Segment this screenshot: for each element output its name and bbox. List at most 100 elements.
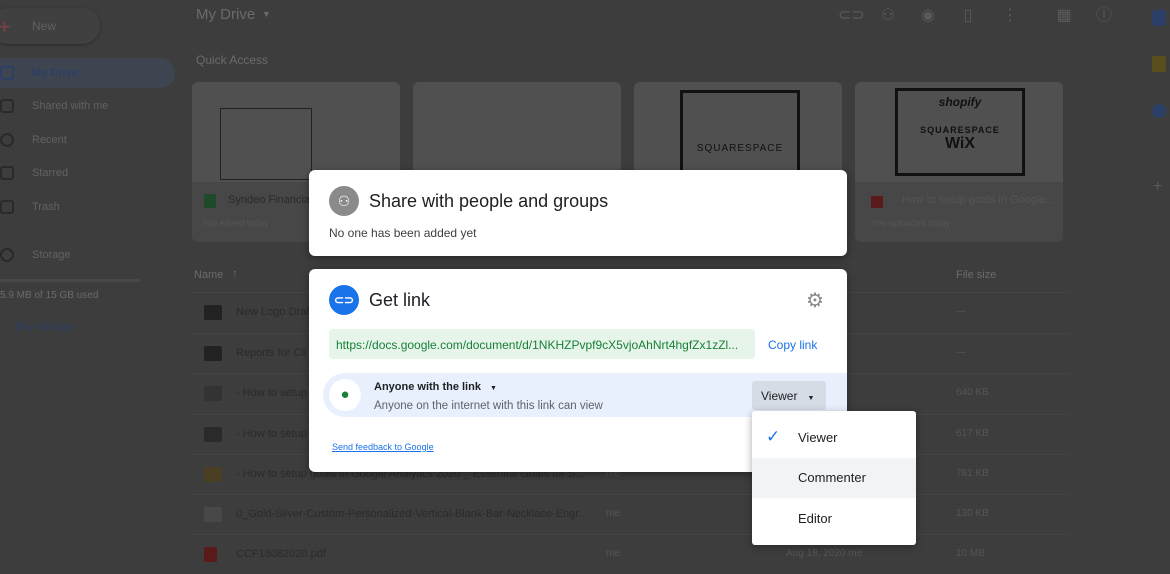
menu-item-commenter[interactable]: Commenter: [752, 458, 916, 498]
keep-icon[interactable]: [1152, 56, 1166, 72]
column-header-name[interactable]: Name: [194, 269, 223, 281]
arrow-up-icon[interactable]: ↑: [232, 266, 238, 280]
file-thumbnail-icon: [204, 507, 222, 522]
column-header-size: File size: [956, 269, 997, 281]
file-size: 10 MB: [956, 548, 985, 559]
file-thumbnail-icon: [204, 386, 222, 401]
file-size: 130 KB: [956, 508, 989, 519]
pdf-icon: [871, 196, 883, 208]
new-button[interactable]: + New: [0, 8, 100, 44]
settings-gear-icon[interactable]: ⚙: [806, 288, 824, 313]
people-icon: [0, 99, 14, 113]
card-title: Syndeo Financia: [228, 194, 310, 206]
buy-storage-button[interactable]: Buy storage: [15, 321, 74, 333]
share-title[interactable]: Share with people and groups: [369, 191, 608, 212]
file-thumbnail-icon: [204, 427, 222, 442]
add-person-icon[interactable]: ⚇: [878, 6, 898, 26]
card-subtitle: You uploaded today: [871, 218, 951, 228]
file-thumbnail: [413, 82, 621, 182]
more-icon[interactable]: ⋮: [1000, 6, 1020, 26]
quick-access-heading: Quick Access: [196, 53, 269, 67]
link-url-field[interactable]: https://docs.google.com/document/d/1NKHZ…: [329, 329, 755, 359]
role-label: Viewer: [761, 389, 798, 403]
sidebar-label: Starred: [32, 167, 69, 179]
sidebar-item-my-drive[interactable]: My Drive: [0, 58, 78, 88]
add-person-icon: ⚇: [329, 186, 359, 216]
copy-link-button[interactable]: Copy link: [768, 338, 817, 352]
file-thumbnail: shopify SQUARESPACE WiX: [855, 82, 1063, 182]
caret-down-icon: ▼: [807, 395, 815, 402]
card-title: - How to setup goals in Google...: [895, 194, 1055, 206]
link-icon[interactable]: ⊂⊃: [838, 6, 865, 26]
sidebar-item-trash[interactable]: Trash: [0, 192, 60, 222]
folder-icon: [204, 346, 222, 361]
sidebar-item-storage[interactable]: Storage: [0, 240, 71, 270]
clock-icon: [0, 133, 14, 147]
file-name: 0_Gold-Silver-Custom-Personalized-Vertic…: [236, 508, 588, 520]
pdf-icon: [204, 547, 217, 562]
card-subtitle: You edited today: [202, 218, 269, 228]
get-link-title: Get link: [369, 290, 431, 310]
file-size: 781 KB: [956, 468, 989, 479]
file-thumbnail-icon: [204, 467, 222, 482]
page-title[interactable]: My Drive: [196, 6, 255, 23]
file-size: —: [956, 347, 966, 358]
thumb-logo-text: WiX: [944, 135, 976, 152]
sidebar-label: My Drive: [32, 67, 78, 79]
star-icon: [0, 166, 14, 180]
menu-item-viewer[interactable]: ✓ Viewer: [752, 417, 916, 457]
add-addon-icon[interactable]: +: [1153, 178, 1162, 196]
sidebar-label: Storage: [32, 249, 71, 261]
file-owner: me: [606, 508, 620, 519]
folder-icon: [204, 305, 222, 320]
caret-down-icon: ▼: [490, 385, 497, 392]
tasks-icon[interactable]: [1152, 104, 1166, 118]
storage-bar: [0, 279, 140, 282]
file-name: CCF18082020.pdf: [236, 548, 326, 560]
file-size: —: [956, 306, 966, 317]
file-thumbnail: [192, 82, 400, 182]
sidebar-item-recent[interactable]: Recent: [0, 125, 67, 155]
table-row[interactable]: 0_Gold-Silver-Custom-Personalized-Vertic…: [190, 494, 1070, 534]
menu-item-label: Commenter: [798, 470, 866, 485]
checkmark-icon: ✓: [766, 427, 781, 446]
calendar-icon[interactable]: [1152, 10, 1166, 26]
table-row[interactable]: CCF18082020.pdf me Aug 18, 2020 me 10 MB: [190, 534, 1070, 574]
menu-item-label: Viewer: [798, 430, 838, 445]
trash-icon: [0, 200, 14, 214]
info-icon[interactable]: ⓘ: [1094, 6, 1114, 26]
access-dropdown[interactable]: Anyone with the link ▼: [374, 381, 497, 393]
file-name: New Logo Draf: [236, 306, 310, 318]
new-label: New: [32, 19, 57, 33]
storage-text: 5.9 MB of 15 GB used: [0, 290, 99, 301]
link-url: https://docs.google.com/document/d/1NKHZ…: [336, 338, 739, 352]
sidebar-item-shared[interactable]: Shared with me: [0, 91, 108, 121]
thumb-logo-text: SQUARESPACE: [680, 90, 800, 174]
share-subtitle: No one has been added yet: [329, 226, 477, 240]
menu-item-editor[interactable]: Editor: [752, 498, 916, 538]
file-name: - How to setup: [236, 428, 307, 440]
file-thumbnail: SQUARESPACE: [634, 82, 842, 182]
role-menu: ✓ Viewer Commenter Editor: [752, 411, 916, 545]
access-description: Anyone on the internet with this link ca…: [374, 400, 603, 412]
send-feedback-link[interactable]: Send feedback to Google: [332, 442, 434, 452]
trash-icon[interactable]: ▯: [958, 6, 978, 26]
chevron-down-icon[interactable]: ▼: [262, 9, 271, 19]
eye-icon[interactable]: ◉: [918, 6, 938, 26]
thumb-logo-text: shopify: [938, 95, 982, 109]
plus-icon: +: [0, 14, 11, 39]
sheets-icon: [204, 194, 216, 208]
sidebar-item-starred[interactable]: Starred: [0, 158, 68, 188]
sidebar-label: Recent: [32, 134, 67, 146]
access-title: Anyone with the link: [374, 381, 481, 393]
globe-icon: ●: [329, 379, 361, 411]
share-dialog: ⚇ Share with people and groups No one ha…: [309, 170, 847, 256]
file-name: Reports for Cli: [236, 347, 307, 359]
quick-access-card[interactable]: shopify SQUARESPACE WiX - How to setup g…: [855, 82, 1063, 242]
drive-icon: [0, 66, 14, 80]
grid-view-icon[interactable]: ▦: [1054, 6, 1074, 26]
sidebar-label: Shared with me: [32, 100, 109, 112]
menu-item-label: Editor: [798, 511, 832, 526]
role-dropdown-button[interactable]: Viewer ▼: [752, 381, 826, 410]
thumb-logo-text: SQUARESPACE: [920, 125, 1000, 135]
